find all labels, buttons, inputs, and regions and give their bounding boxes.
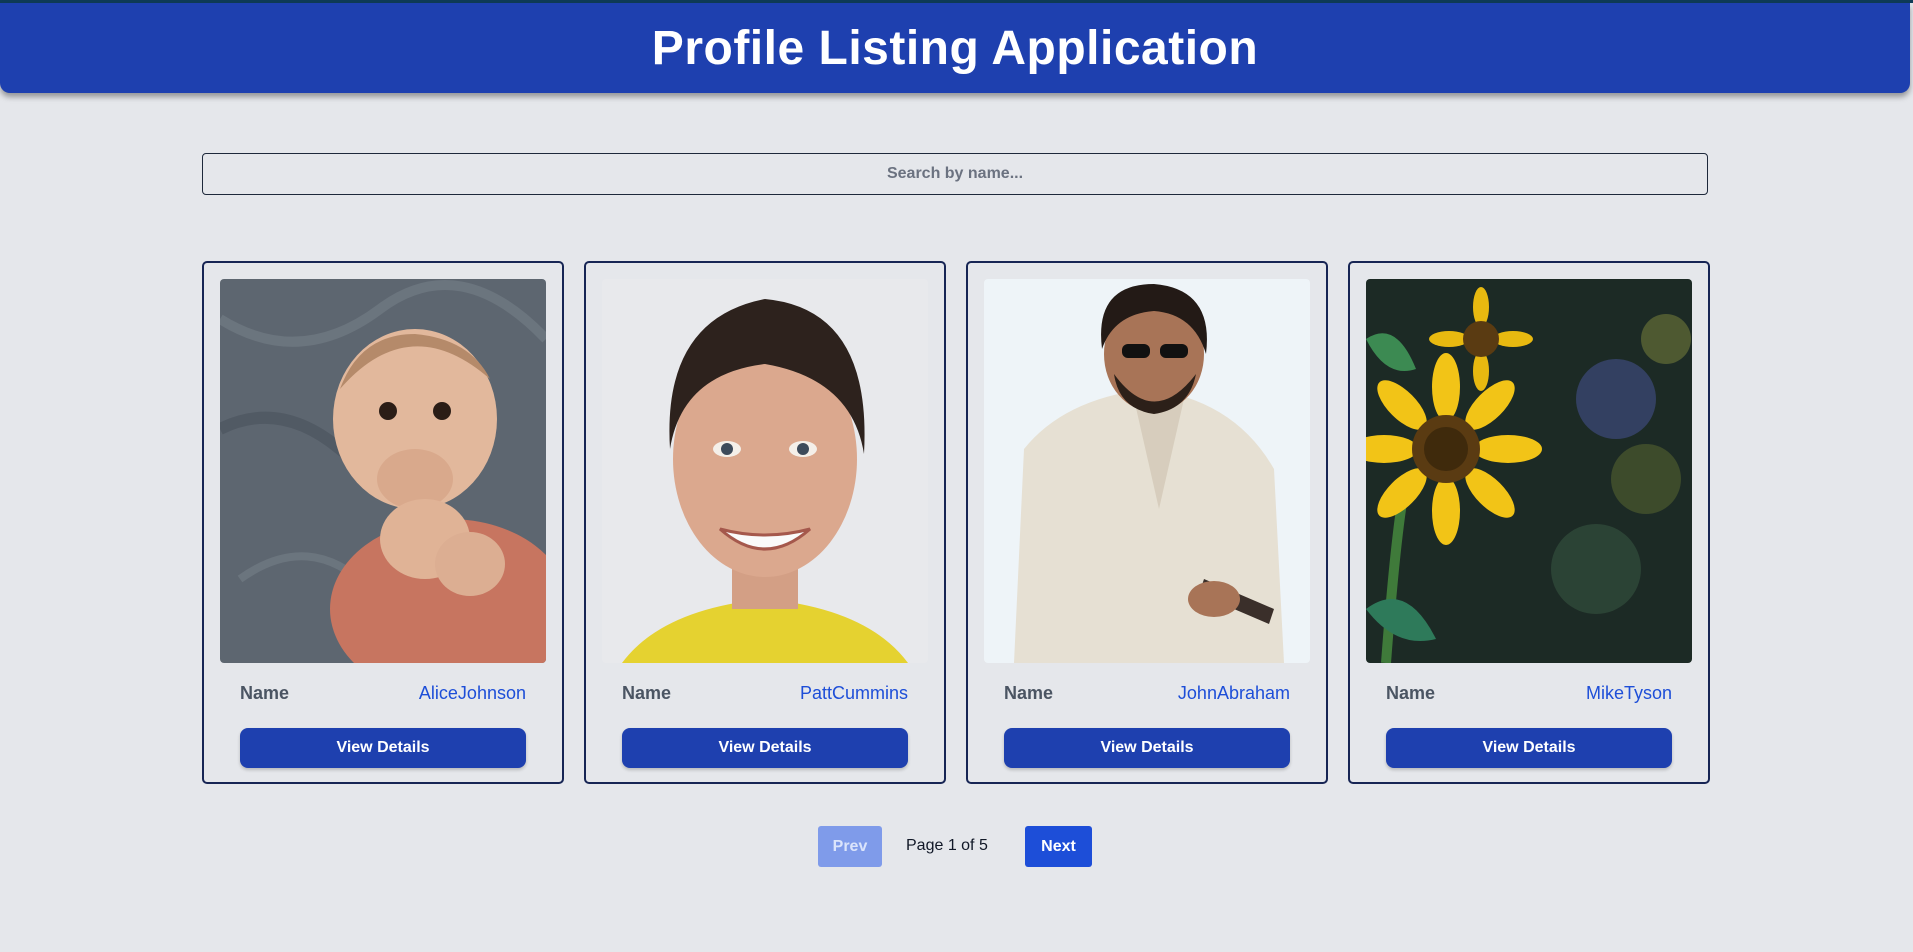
- name-row: Name JohnAbraham: [1004, 683, 1290, 704]
- profile-photo-sunflower: [1366, 279, 1692, 663]
- profile-name: JohnAbraham: [1177, 683, 1290, 703]
- view-details-button[interactable]: View Details: [240, 728, 526, 768]
- app-header: Profile Listing Application: [0, 3, 1910, 93]
- profile-photo-man-white-shirt: [984, 279, 1310, 663]
- next-button[interactable]: Next: [1025, 826, 1092, 867]
- prev-button[interactable]: Prev: [818, 826, 882, 867]
- name-label: Name: [622, 683, 672, 703]
- name-row: Name PattCummins: [622, 683, 908, 704]
- view-details-button[interactable]: View Details: [622, 728, 908, 768]
- name-row: Name MikeTyson: [1386, 683, 1672, 704]
- profile-name: MikeTyson: [1585, 683, 1672, 703]
- profile-name: PattCummins: [799, 683, 908, 703]
- search-input[interactable]: [202, 153, 1708, 195]
- view-details-button[interactable]: View Details: [1004, 728, 1290, 768]
- view-details-button[interactable]: View Details: [1386, 728, 1672, 768]
- page-title: Profile Listing Application: [651, 21, 1259, 75]
- page-indicator: Page 1 of 5: [906, 837, 988, 854]
- name-label: Name: [1004, 683, 1054, 703]
- profile-card: Name MikeTyson View Details: [1348, 261, 1710, 784]
- profile-card: Name AliceJohnson View Details: [202, 261, 564, 784]
- profile-photo-man-portrait: [602, 279, 928, 663]
- profile-name: AliceJohnson: [418, 683, 526, 703]
- profile-photo-baby: [220, 279, 546, 663]
- name-label: Name: [1386, 683, 1436, 703]
- name-row: Name AliceJohnson: [240, 683, 526, 704]
- name-label: Name: [240, 683, 290, 703]
- profile-card: Name PattCummins View Details: [584, 261, 946, 784]
- profile-card: Name JohnAbraham View Details: [966, 261, 1328, 784]
